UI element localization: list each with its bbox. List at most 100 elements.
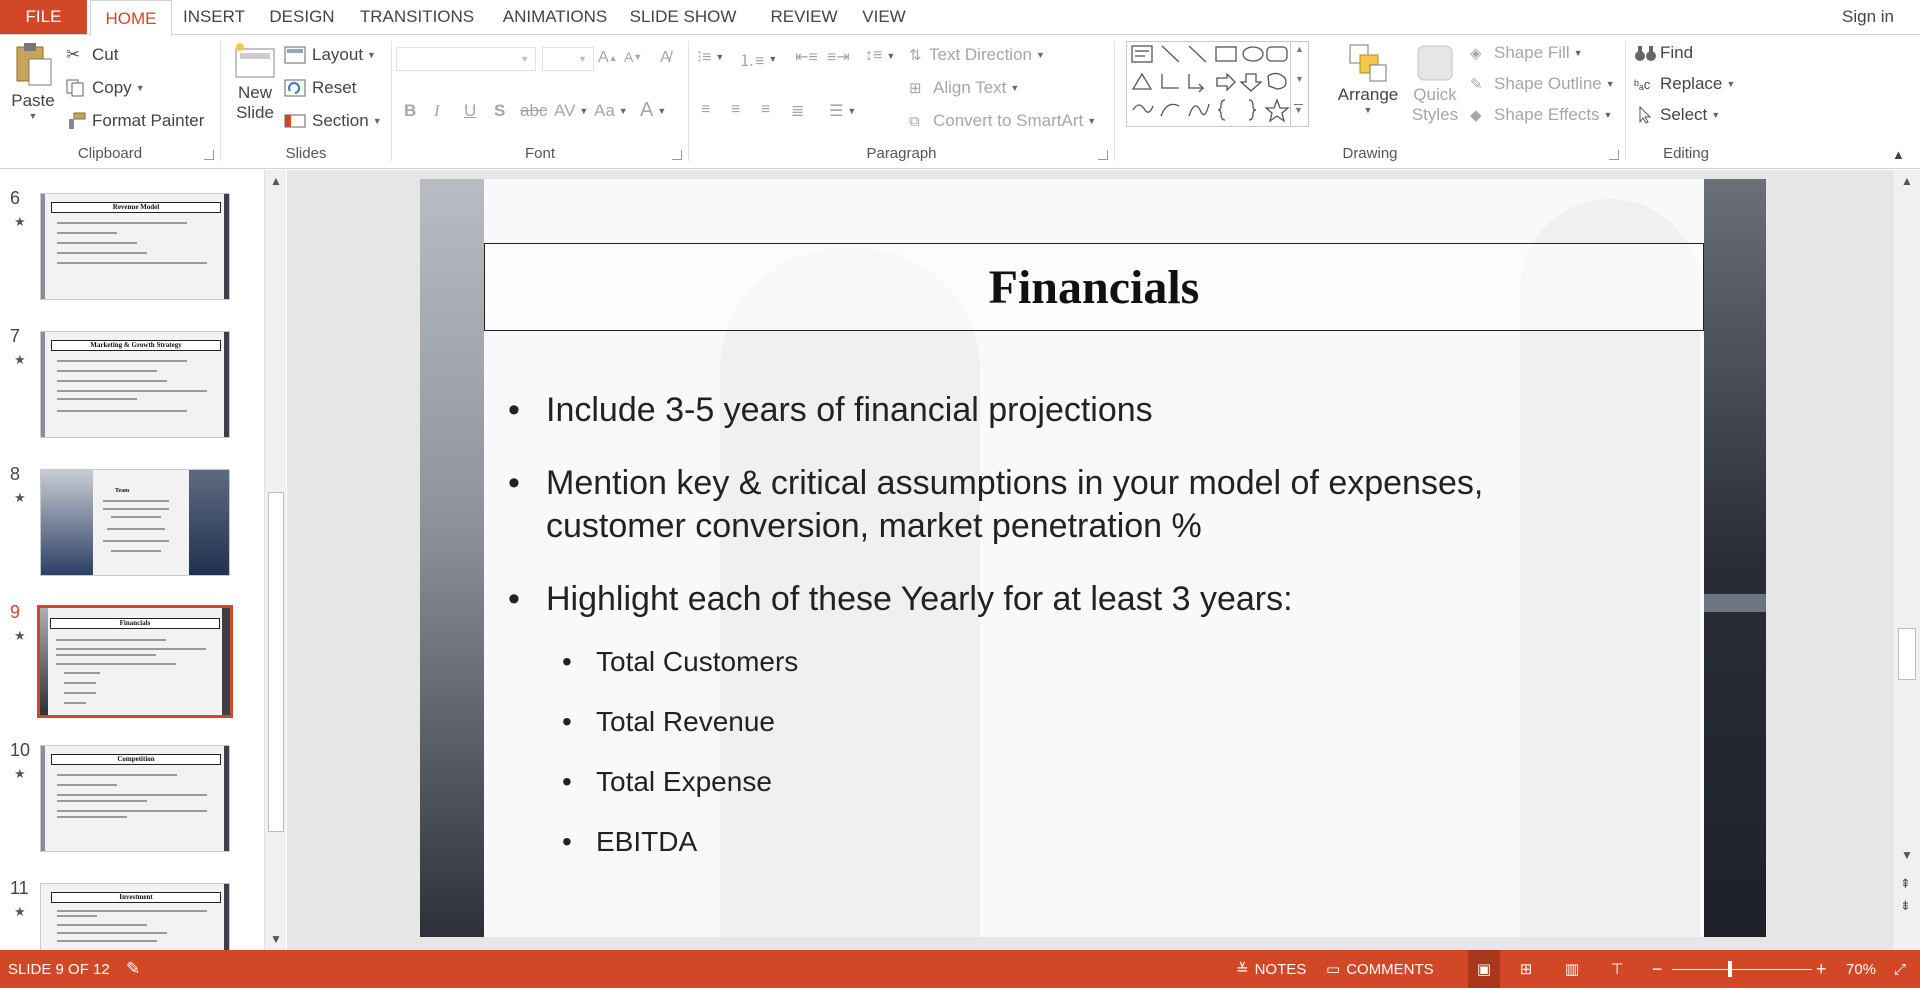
previous-slide-icon[interactable]: ⇞ — [1900, 876, 1911, 892]
notes-button[interactable]: ≚ NOTES — [1236, 950, 1306, 988]
drawing-dialog-launcher[interactable] — [1609, 150, 1619, 160]
align-left-button[interactable]: ≡ — [701, 101, 710, 119]
tab-home[interactable]: HOME — [90, 0, 172, 36]
slide-sorter-button[interactable]: ⊞ — [1512, 950, 1540, 988]
strikethrough-button[interactable]: abc — [520, 101, 547, 121]
zoom-in-icon[interactable]: + — [1816, 950, 1827, 988]
shape-effects-button[interactable]: ◆ Shape Effects ▼ — [1470, 105, 1612, 125]
tab-slide-show[interactable]: SLIDE SHOW — [628, 0, 738, 34]
shape-fill-button[interactable]: ◈ Shape Fill ▼ — [1470, 43, 1583, 63]
change-case-button[interactable]: Aa ▼ — [594, 101, 628, 121]
tab-design[interactable]: DESIGN — [262, 0, 342, 34]
align-right-button[interactable]: ≡ — [761, 101, 770, 119]
tab-insert[interactable]: INSERT — [176, 0, 252, 34]
slide-canvas[interactable]: Financials • Include 3-5 years of financi… — [420, 179, 1766, 937]
sub-bullet-item[interactable]: • Total Revenue — [562, 700, 775, 743]
layout-button[interactable]: Layout ▼ — [284, 45, 376, 65]
spell-check-icon[interactable]: ✎ — [126, 950, 140, 988]
clear-formatting-icon[interactable]: A̸ — [660, 49, 671, 67]
font-color-button[interactable]: A ▼ — [640, 99, 666, 122]
tab-review[interactable]: REVIEW — [763, 0, 845, 34]
font-name-select[interactable]: ▼ — [396, 47, 536, 71]
paragraph-dialog-launcher[interactable] — [1098, 150, 1108, 160]
sub-bullet-item[interactable]: • EBITDA — [562, 820, 697, 863]
replace-button[interactable]: ᵇₐc Replace ▼ — [1634, 74, 1735, 94]
zoom-slider-handle[interactable] — [1728, 961, 1732, 977]
slide-thumbnail-11[interactable]: Investment — [40, 883, 230, 950]
shapes-scroll-up-icon[interactable]: ▲ — [1295, 44, 1304, 54]
clipboard-dialog-launcher[interactable] — [204, 150, 214, 160]
bullet-item[interactable]: • Highlight each of these Yearly for at l… — [508, 578, 1293, 621]
quick-styles-button[interactable]: Quick Styles — [1405, 43, 1465, 125]
scroll-down-icon[interactable]: ▼ — [270, 932, 282, 946]
reading-view-button[interactable]: ▥ — [1558, 950, 1586, 988]
bullet-continuation[interactable]: customer conversion, market penetration … — [546, 505, 1202, 548]
normal-view-button[interactable]: ▣ — [1468, 950, 1500, 988]
new-slide-button[interactable]: New Slide — [227, 41, 283, 123]
paste-button[interactable]: Paste ▼ — [10, 41, 56, 121]
sign-in-link[interactable]: Sign in — [1842, 0, 1894, 34]
slide-thumbnail-8[interactable]: Team — [40, 469, 230, 576]
shapes-gallery[interactable]: ▲ ▼ ▼ — [1126, 41, 1309, 127]
scroll-up-icon[interactable]: ▲ — [270, 174, 282, 188]
underline-button[interactable]: U — [464, 101, 476, 121]
section-button[interactable]: Section ▼ — [284, 111, 382, 131]
scroll-up-icon[interactable]: ▲ — [1901, 174, 1913, 188]
tab-animations[interactable]: ANIMATIONS — [492, 0, 618, 34]
copy-button[interactable]: Copy ▼ — [66, 78, 145, 98]
thumbnail-scrollbar[interactable]: ▲ ▼ — [264, 170, 286, 950]
numbering-button[interactable]: ⒈≡ ▼ — [739, 47, 777, 71]
scrollbar-thumb[interactable] — [1898, 628, 1916, 680]
arrange-button[interactable]: Arrange ▼ — [1331, 43, 1405, 115]
cut-button[interactable]: ✂ Cut — [66, 45, 118, 65]
align-text-button[interactable]: ⊞ Align Text ▼ — [909, 78, 1019, 98]
slide-thumbnail-6[interactable]: Revenue Model — [40, 193, 230, 300]
bullet-item[interactable]: • Include 3-5 years of financial projecti… — [508, 389, 1153, 432]
slide-thumbnail-7[interactable]: Marketing & Growth Strategy — [40, 331, 230, 438]
font-dialog-launcher[interactable] — [672, 150, 682, 160]
scrollbar-thumb[interactable] — [268, 492, 284, 832]
convert-smartart-button[interactable]: ⧉ Convert to SmartArt ▼ — [909, 111, 1096, 131]
increase-indent-button[interactable]: ≡⇥ — [827, 47, 850, 67]
bullet-item[interactable]: • Mention key & critical assumptions in y… — [508, 462, 1483, 505]
sub-bullet-item[interactable]: • Total Expense — [562, 760, 772, 803]
zoom-slider[interactable] — [1672, 950, 1812, 988]
bold-button[interactable]: B — [404, 101, 416, 121]
comments-button[interactable]: ▭ COMMENTS — [1326, 950, 1434, 988]
shapes-more-icon[interactable]: ▼ — [1294, 104, 1303, 115]
slide-title[interactable]: Financials — [484, 243, 1704, 331]
decrease-indent-button[interactable]: ⇤≡ — [795, 47, 818, 67]
find-button[interactable]: Find — [1634, 43, 1693, 63]
fit-slide-icon[interactable]: ⤢ — [1894, 950, 1906, 988]
columns-button[interactable]: ☰ ▼ — [829, 101, 856, 121]
format-painter-button[interactable]: Format Painter — [66, 111, 204, 131]
text-shadow-button[interactable]: S — [494, 101, 505, 121]
grow-font-button[interactable]: A ▲ — [598, 49, 618, 67]
shrink-font-button[interactable]: A ▼ — [624, 49, 642, 65]
zoom-level[interactable]: 70% — [1846, 950, 1876, 988]
tab-view[interactable]: VIEW — [856, 0, 912, 34]
italic-button[interactable]: I — [434, 101, 440, 121]
tab-transitions[interactable]: TRANSITIONS — [352, 0, 482, 34]
sub-bullet-item[interactable]: • Total Customers — [562, 640, 798, 683]
editor-scrollbar[interactable]: ▲ ▼ ⇞ ⇟ — [1892, 170, 1920, 950]
shape-outline-button[interactable]: ✎ Shape Outline ▼ — [1470, 74, 1615, 94]
select-button[interactable]: Select ▼ — [1634, 105, 1720, 125]
slide-show-button[interactable]: ⊤ — [1603, 950, 1631, 988]
collapse-ribbon-icon[interactable]: ▲ — [1892, 147, 1905, 162]
align-center-button[interactable]: ≡ — [731, 101, 740, 119]
font-size-select[interactable]: ▼ — [542, 47, 594, 71]
file-tab[interactable]: FILE — [0, 0, 87, 34]
bullets-button[interactable]: ⁝≡ ▼ — [697, 47, 724, 67]
shapes-scroll-down-icon[interactable]: ▼ — [1295, 74, 1304, 84]
slide-thumbnail-9[interactable]: Financials — [37, 605, 233, 718]
next-slide-icon[interactable]: ⇟ — [1900, 898, 1911, 914]
line-spacing-button[interactable]: ↕≡ ▼ — [865, 47, 895, 65]
scroll-down-icon[interactable]: ▼ — [1901, 848, 1913, 862]
reset-button[interactable]: Reset — [284, 78, 356, 98]
zoom-out-icon[interactable]: − — [1652, 950, 1663, 988]
text-direction-button[interactable]: ⇅ Text Direction ▼ — [909, 45, 1045, 65]
slide-thumbnail-10[interactable]: Competition — [40, 745, 230, 852]
shapes-gallery-scroll[interactable]: ▲ ▼ ▼ — [1290, 42, 1308, 126]
character-spacing-button[interactable]: AV ▼ — [554, 101, 588, 121]
